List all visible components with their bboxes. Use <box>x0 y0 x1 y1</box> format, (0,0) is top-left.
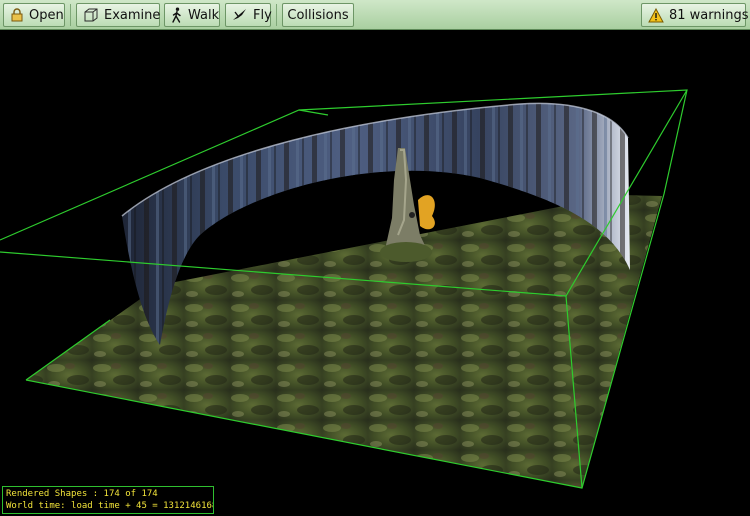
warnings-button-label: 81 warnings <box>669 7 749 23</box>
walking-person-icon <box>171 7 183 23</box>
walk-button[interactable]: Walk <box>164 3 220 27</box>
3d-scene <box>0 89 688 489</box>
3d-viewport[interactable] <box>0 30 750 516</box>
viewer-window: Open Examine Walk Fly Collisions 81 warn… <box>0 0 750 516</box>
collisions-button-label: Collisions <box>287 7 349 23</box>
folder-lock-icon <box>10 7 24 23</box>
collisions-button[interactable]: Collisions <box>282 3 354 27</box>
cube-icon <box>83 7 99 23</box>
examine-button[interactable]: Examine <box>76 3 160 27</box>
toolbar-divider <box>276 4 277 26</box>
toolbar: Open Examine Walk Fly Collisions 81 warn… <box>0 0 750 30</box>
warning-triangle-icon <box>648 7 664 23</box>
rendered-shapes-text: Rendered Shapes : 174 of 174 <box>6 489 158 499</box>
open-button[interactable]: Open <box>3 3 65 27</box>
fly-button-label: Fly <box>253 7 272 23</box>
toolbar-divider <box>70 4 71 26</box>
warnings-button[interactable]: 81 warnings <box>641 3 749 27</box>
fly-button[interactable]: Fly <box>225 3 272 27</box>
status-overlay: Rendered Shapes : 174 of 174 World time:… <box>2 486 214 514</box>
open-button-label: Open <box>29 7 64 23</box>
walk-button-label: Walk <box>188 7 220 23</box>
examine-button-label: Examine <box>104 7 161 23</box>
world-time-text: World time: load time + 45 = 1312146168 <box>6 501 214 511</box>
flying-bird-icon <box>232 7 248 23</box>
